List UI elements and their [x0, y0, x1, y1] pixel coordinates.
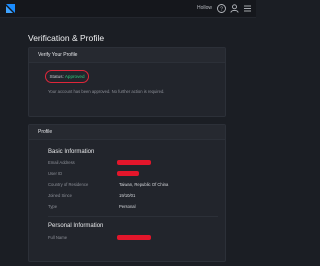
email-label: Email Address: [48, 160, 75, 165]
profile-card: Profile Basic Information Email Address …: [28, 124, 226, 262]
help-icon[interactable]: ?: [216, 3, 227, 14]
email-value-redacted: [117, 160, 151, 165]
status-note: Your account has been approved. No furth…: [48, 89, 165, 94]
svg-text:?: ?: [220, 6, 223, 12]
personal-info-heading: Personal Information: [48, 223, 104, 229]
verify-profile-card: Verify Your Profile Status: Approved You…: [28, 47, 226, 117]
header-link[interactable]: Hollow: [197, 5, 212, 11]
page-title: Verification & Profile: [28, 33, 105, 43]
user-id-value-redacted: [117, 171, 139, 176]
joined-label: Joined Since: [48, 193, 72, 198]
profile-card-title: Profile: [29, 125, 225, 140]
top-bar: Hollow ?: [0, 0, 256, 18]
type-label: Type: [48, 204, 58, 209]
full-name-value-redacted: [117, 235, 151, 240]
section-divider: [48, 216, 218, 217]
full-name-label: Full Name: [48, 235, 68, 240]
user-id-label: User ID: [48, 171, 63, 176]
lightning-logo[interactable]: [5, 3, 16, 14]
status-badge: Status: Approved: [45, 70, 89, 83]
status-value: Approved: [64, 74, 85, 79]
type-value: Personal: [119, 204, 136, 209]
menu-icon[interactable]: [242, 3, 253, 14]
country-value: Taiwan, Republic Of China: [119, 182, 169, 187]
user-icon[interactable]: [229, 3, 240, 14]
verify-card-title: Verify Your Profile: [29, 48, 225, 63]
joined-value: 19/10/01: [119, 193, 136, 198]
status-label: Status:: [49, 74, 64, 79]
country-label: Country of Residence: [48, 182, 89, 187]
basic-info-heading: Basic Information: [48, 149, 95, 155]
